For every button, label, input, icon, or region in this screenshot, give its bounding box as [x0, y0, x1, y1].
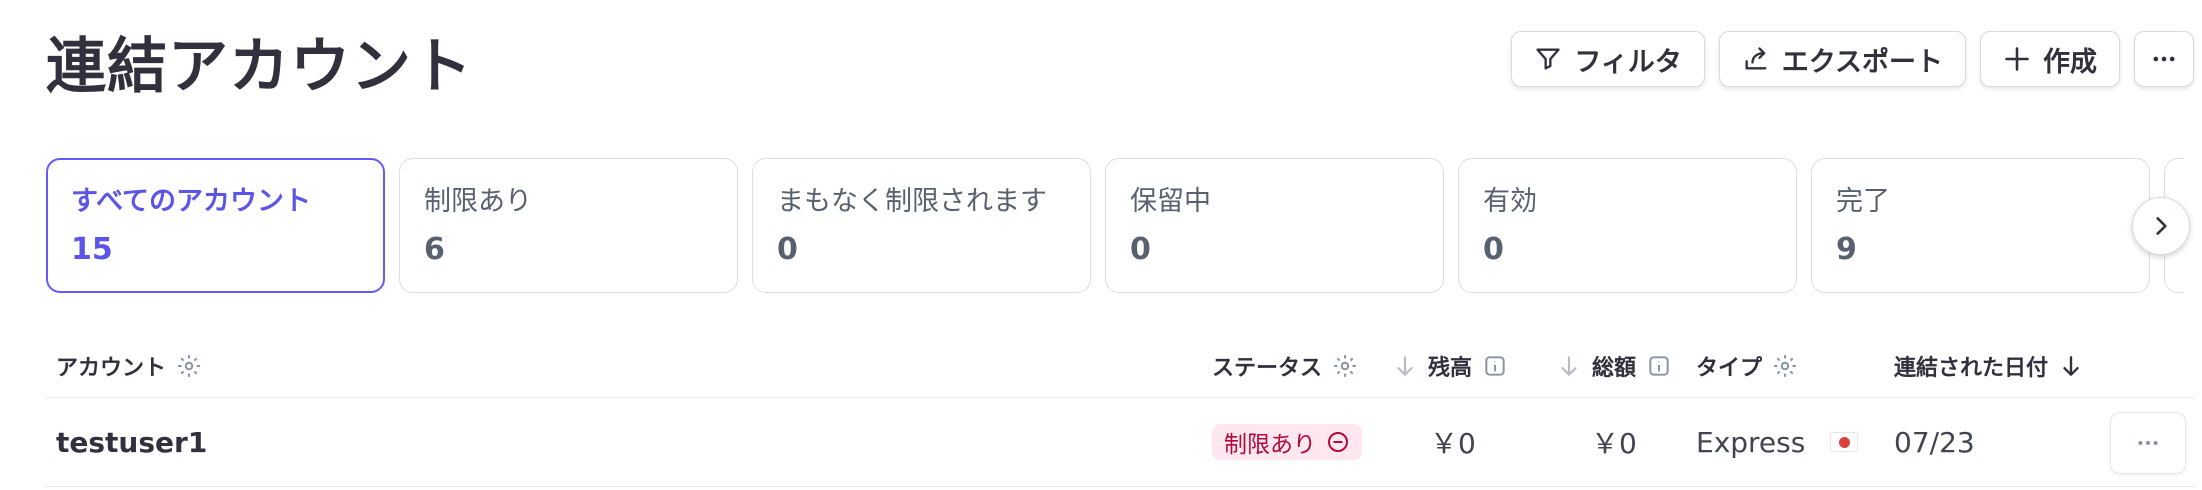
- info-icon[interactable]: [1646, 353, 1672, 379]
- create-button-label: 作成: [2043, 46, 2097, 78]
- column-label: ステータス: [1212, 356, 1323, 381]
- connected-date-value: 07/23: [1894, 425, 1975, 459]
- type-value: Express: [1696, 425, 1806, 459]
- filter-button-label: フィルタ: [1574, 46, 1682, 78]
- tab-count: 0: [1483, 232, 1504, 267]
- table-row[interactable]: testuser1 制限あり ￥0 ￥0 Express 07/23: [46, 398, 2194, 487]
- column-connected-date[interactable]: 連結された日付: [1894, 335, 2084, 397]
- more-actions-button[interactable]: [2134, 31, 2194, 87]
- column-label: 連結された日付: [1894, 356, 2049, 381]
- tab-count: 0: [1130, 232, 1151, 267]
- column-total[interactable]: 総額: [1556, 335, 1672, 397]
- account-name[interactable]: testuser1: [56, 398, 207, 486]
- tab-restricted[interactable]: 制限あり 6: [399, 158, 738, 293]
- country-cell: [1830, 398, 1858, 486]
- tab-label: まもなく制限されます: [777, 186, 1047, 217]
- tab-complete[interactable]: 完了 9: [1811, 158, 2150, 293]
- sort-down-icon: [2063, 356, 2079, 376]
- gear-icon[interactable]: [176, 353, 202, 379]
- tab-label: すべてのアカウント: [71, 186, 312, 217]
- column-status: ステータス: [1212, 335, 1358, 397]
- tab-enabled[interactable]: 有効 0: [1458, 158, 1797, 293]
- gear-icon[interactable]: [1332, 353, 1358, 379]
- status-badge-label: 制限あり: [1224, 432, 1316, 458]
- column-label: タイプ: [1696, 356, 1763, 381]
- balance-value: ￥0: [1430, 427, 1476, 460]
- plus-icon: [2005, 47, 2029, 71]
- info-icon[interactable]: [1482, 353, 1508, 379]
- more-horizontal-icon: [2138, 441, 2158, 445]
- column-balance[interactable]: 残高: [1392, 335, 1508, 397]
- tab-label: 制限あり: [424, 186, 532, 217]
- accounts-table: アカウント ステータス 残高 総額 タイプ 連結された日付 testuser1: [46, 335, 2194, 487]
- sort-down-icon: [1397, 356, 1413, 376]
- tab-pending[interactable]: 保留中 0: [1105, 158, 1444, 293]
- export-button-label: エクスポート: [1781, 46, 1943, 78]
- tab-count: 9: [1836, 232, 1857, 267]
- export-icon: [1745, 47, 1767, 70]
- tab-restricted-soon[interactable]: まもなく制限されます 0: [752, 158, 1091, 293]
- japan-flag-icon: [1830, 432, 1858, 452]
- create-button[interactable]: 作成: [1980, 31, 2120, 87]
- tab-count: 6: [424, 232, 445, 267]
- account-filter-tabs: すべてのアカウント 15 制限あり 6 まもなく制限されます 0 保留中 0 有…: [46, 158, 2184, 293]
- more-horizontal-icon: [2153, 56, 2175, 62]
- tab-label: 有効: [1483, 186, 1537, 217]
- column-account: アカウント: [56, 335, 202, 397]
- column-type: タイプ: [1696, 335, 1798, 397]
- sort-down-icon: [1561, 356, 1577, 376]
- toolbar: フィルタ エクスポート 作成: [1511, 31, 2194, 87]
- chevron-right-icon: [2156, 217, 2167, 235]
- gear-icon[interactable]: [1772, 353, 1798, 379]
- row-actions-button[interactable]: [2110, 412, 2186, 474]
- tab-count: 0: [777, 232, 798, 267]
- tab-label: 完了: [1836, 186, 1890, 217]
- column-label: 総額: [1592, 356, 1637, 381]
- column-label: アカウント: [56, 356, 167, 381]
- tab-label: 保留中: [1130, 186, 1211, 217]
- tab-count: 15: [71, 232, 113, 267]
- restricted-icon: [1328, 432, 1348, 452]
- tab-all-accounts[interactable]: すべてのアカウント 15: [46, 158, 385, 293]
- column-label: 残高: [1428, 356, 1473, 381]
- status-cell: 制限あり: [1212, 398, 1362, 486]
- total-value: ￥0: [1591, 427, 1637, 460]
- export-button[interactable]: エクスポート: [1718, 31, 1966, 87]
- filter-icon: [1536, 48, 1560, 70]
- filter-button[interactable]: フィルタ: [1511, 31, 1705, 87]
- tabs-next-button[interactable]: [2132, 197, 2190, 255]
- page-title: 連結アカウント: [46, 32, 473, 102]
- status-badge: 制限あり: [1212, 424, 1362, 460]
- table-header: アカウント ステータス 残高 総額 タイプ 連結された日付: [46, 335, 2194, 398]
